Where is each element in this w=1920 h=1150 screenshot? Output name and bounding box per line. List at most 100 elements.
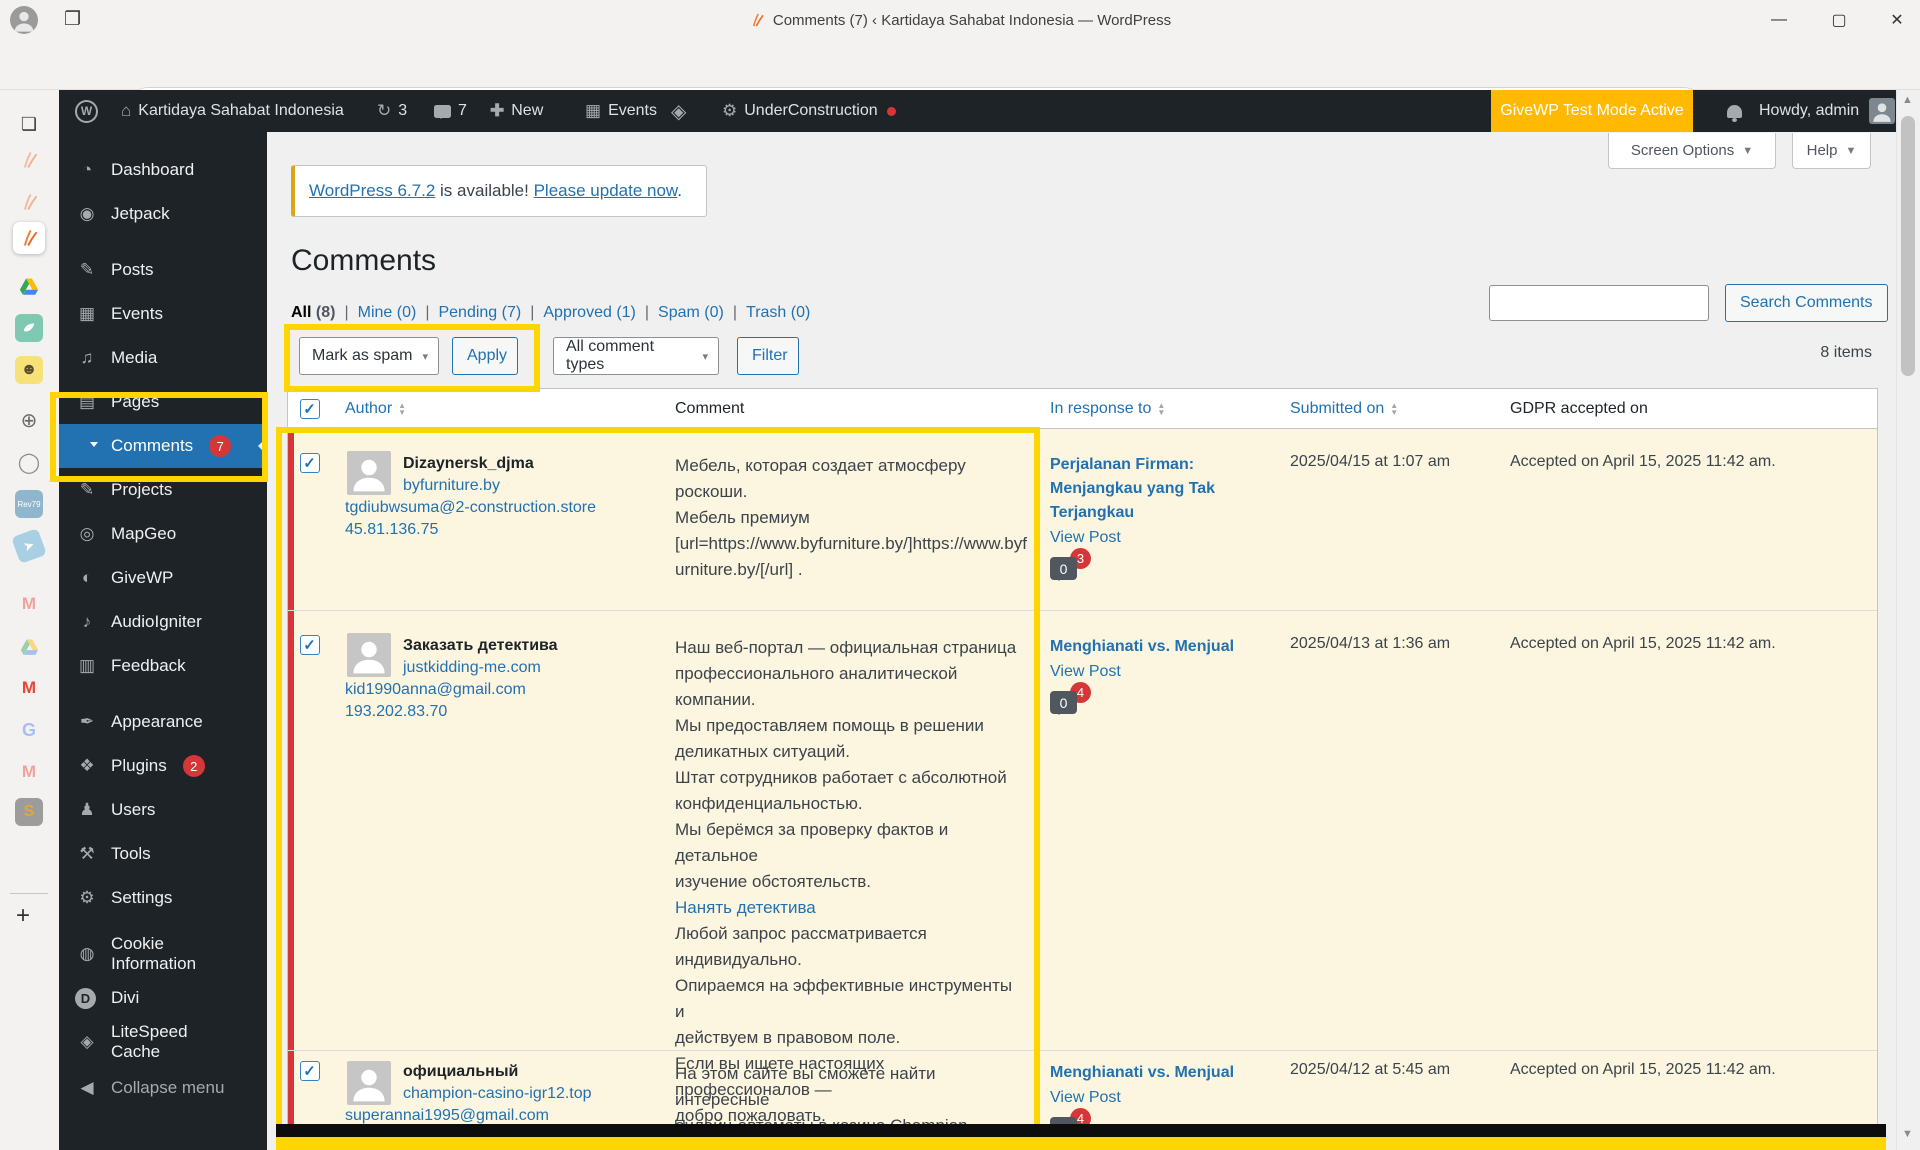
column-header-in-response-to[interactable]: In response to ▲ ▼ [1036, 400, 1276, 418]
admin-bar-updates[interactable]: ↻ 3 [377, 90, 407, 132]
chevron-down-icon: ▼ [1742, 144, 1754, 157]
sidebar-item-posts[interactable]: ✎ Posts [59, 248, 267, 292]
globe-tab-icon[interactable]: ◯ [13, 446, 45, 478]
post-title-link[interactable]: Menghianati vs. Menjual [1050, 635, 1256, 659]
admin-bar-events[interactable]: ▦ Events [585, 90, 657, 132]
column-header-gdpr: GDPR accepted on [1510, 399, 1648, 417]
author-website-link[interactable]: justkidding-me.com [403, 657, 661, 679]
scroll-up-icon[interactable]: ▲ [1902, 94, 1913, 106]
sidebar-item-appearance[interactable]: ✒ Appearance [59, 700, 267, 744]
sidebar-item-dashboard[interactable]: ◔ Dashboard [59, 148, 267, 192]
author-email-link[interactable]: tgdiubwsuma@2-construction.store [345, 497, 661, 519]
view-post-link[interactable]: View Post [1050, 529, 1121, 547]
wordpress-version-link[interactable]: WordPress 6.7.2 [309, 181, 435, 200]
sidebar-item-pages[interactable]: ▤ Pages [59, 380, 267, 424]
maximize-button[interactable]: ▢ [1816, 0, 1862, 40]
author-ip-link[interactable]: 193.202.83.70 [345, 701, 661, 723]
active-tab-kartidaya-icon[interactable] [13, 222, 45, 254]
sidebar-item-media[interactable]: ♫ Media [59, 336, 267, 380]
telegram-tab-icon[interactable]: ➤ [11, 528, 47, 564]
givewp-test-mode-badge[interactable]: GiveWP Test Mode Active [1491, 90, 1693, 132]
sidebar-item-audioigniter[interactable]: ♪ AudioIgniter [59, 600, 267, 644]
bulk-actions-select[interactable]: Mark as spam ▾ [299, 337, 439, 375]
view-post-link[interactable]: View Post [1050, 663, 1121, 681]
author-website-link[interactable]: champion-casino-igr12.top [403, 1083, 661, 1105]
mailchimp-tab-icon[interactable]: ☻ [13, 354, 45, 386]
filter-button[interactable]: Filter [737, 337, 799, 375]
wp-logo-icon[interactable]: W [75, 90, 98, 132]
admin-bar-new[interactable]: ✚ New [490, 90, 543, 132]
column-header-submitted-on[interactable]: Submitted on ▲ ▼ [1276, 400, 1496, 418]
sidebar-item-plugins[interactable]: ❖ Plugins 2 [59, 744, 267, 788]
filter-trash[interactable]: Trash (0) [746, 304, 810, 322]
bird-tab-icon[interactable] [13, 312, 45, 344]
comment-inline-link[interactable]: Нанять детектива [675, 898, 816, 917]
sidebar-item-cookie-information[interactable]: ◍ Cookie Information [59, 932, 267, 976]
google-drive-tab-icon[interactable] [13, 630, 45, 662]
sidebar-item-users[interactable]: ♟ Users [59, 788, 267, 832]
sidebar-item-comments[interactable]: Comments 7 [59, 424, 267, 468]
row-checkbox[interactable]: ✓ [299, 1061, 320, 1081]
post-title-link[interactable]: Perjalanan Firman: Menjangkau yang Tak T… [1050, 453, 1256, 525]
sidebar-item-settings[interactable]: ⚙ Settings [59, 876, 267, 920]
kartidaya-tab-icon[interactable] [13, 186, 45, 218]
update-now-link[interactable]: Please update now [534, 181, 678, 200]
close-button[interactable]: ✕ [1874, 0, 1920, 40]
admin-bar-site-name[interactable]: ⌂ Kartidaya Sahabat Indonesia [121, 90, 344, 132]
filter-pending[interactable]: Pending (7) [438, 304, 521, 322]
author-website-link[interactable]: byfurniture.by [403, 475, 661, 497]
filter-approved[interactable]: Approved (1) [543, 304, 636, 322]
rev79-tab-icon[interactable]: Rev79 [13, 488, 45, 520]
apply-button[interactable]: Apply [452, 337, 518, 375]
google-drive-tab-icon[interactable] [13, 270, 45, 302]
help-button[interactable]: Help ▼ [1792, 133, 1871, 169]
post-title-link[interactable]: Menghianati vs. Menjual [1050, 1061, 1256, 1085]
admin-bar-comments[interactable]: 7 [434, 90, 467, 132]
sidebar-item-projects[interactable]: ✎ Projects [59, 468, 267, 512]
view-post-link[interactable]: View Post [1050, 1089, 1121, 1107]
author-email-link[interactable]: kid1990anna@gmail.com [345, 679, 661, 701]
browser-profile-avatar[interactable] [10, 6, 38, 34]
menu-icon: ⚙ [79, 888, 95, 907]
admin-bar-account[interactable]: Howdy, admin [1759, 90, 1896, 132]
filter-spam[interactable]: Spam (0) [658, 304, 724, 322]
column-header-author[interactable]: Author ▲ ▼ [331, 400, 661, 418]
gmail-tab-icon[interactable]: M [13, 588, 45, 620]
scroll-down-icon[interactable]: ▼ [1902, 1128, 1913, 1140]
google-tab-icon[interactable]: G [13, 714, 45, 746]
sidebar-item-feedback[interactable]: ▥ Feedback [59, 644, 267, 688]
notifications-bell-icon[interactable] [1727, 90, 1742, 132]
s-site-tab-icon[interactable]: S [13, 796, 45, 828]
kartidaya-tab-icon[interactable] [13, 144, 45, 176]
gmail-tab-icon[interactable]: M [13, 672, 45, 704]
sidebar-item-tools[interactable]: ⚒ Tools [59, 832, 267, 876]
globe-cursor-tab-icon[interactable]: ⊕ [13, 404, 45, 436]
tab-list-icon[interactable]: ❏ [13, 108, 45, 140]
sidebar-item-givewp[interactable]: ◐ GiveWP [59, 556, 267, 600]
workspaces-icon[interactable]: ❐ [64, 8, 81, 31]
row-checkbox[interactable]: ✓ [299, 453, 320, 473]
screen-options-button[interactable]: Screen Options ▼ [1608, 133, 1776, 169]
divi-diamond-icon[interactable]: ◈ [671, 90, 686, 132]
minimize-button[interactable]: — [1756, 0, 1802, 40]
admin-bar-underconstruction[interactable]: ⚙ UnderConstruction [722, 90, 896, 132]
gmail-tab-icon[interactable]: M [13, 756, 45, 788]
author-ip-link[interactable]: 45.81.136.75 [345, 519, 661, 541]
filter-all[interactable]: All (8) [291, 304, 335, 322]
comment-count-bubble[interactable]: 03 [1050, 548, 1256, 581]
new-tab-icon[interactable]: + [16, 902, 30, 930]
comment-count-bubble[interactable]: 04 [1050, 682, 1256, 715]
sidebar-item-litespeed-cache[interactable]: ◈ LiteSpeed Cache [59, 1020, 267, 1064]
row-checkbox[interactable]: ✓ [299, 635, 320, 655]
search-comments-input[interactable] [1489, 285, 1709, 321]
scrollbar-thumb[interactable] [1901, 116, 1915, 376]
comment-type-select[interactable]: All comment types ▾ [553, 337, 719, 375]
sidebar-item-mapgeo[interactable]: ◎ MapGeo [59, 512, 267, 556]
sidebar-item-events[interactable]: ▦ Events [59, 292, 267, 336]
filter-mine[interactable]: Mine (0) [358, 304, 417, 322]
sidebar-item-jetpack[interactable]: ◉ Jetpack [59, 192, 267, 236]
select-all-checkbox[interactable]: ✓ [299, 398, 320, 419]
search-comments-button[interactable]: Search Comments [1725, 284, 1888, 322]
sidebar-item-divi[interactable]: D Divi [59, 976, 267, 1020]
sidebar-item-collapse-menu[interactable]: ◀ Collapse menu [59, 1066, 267, 1110]
